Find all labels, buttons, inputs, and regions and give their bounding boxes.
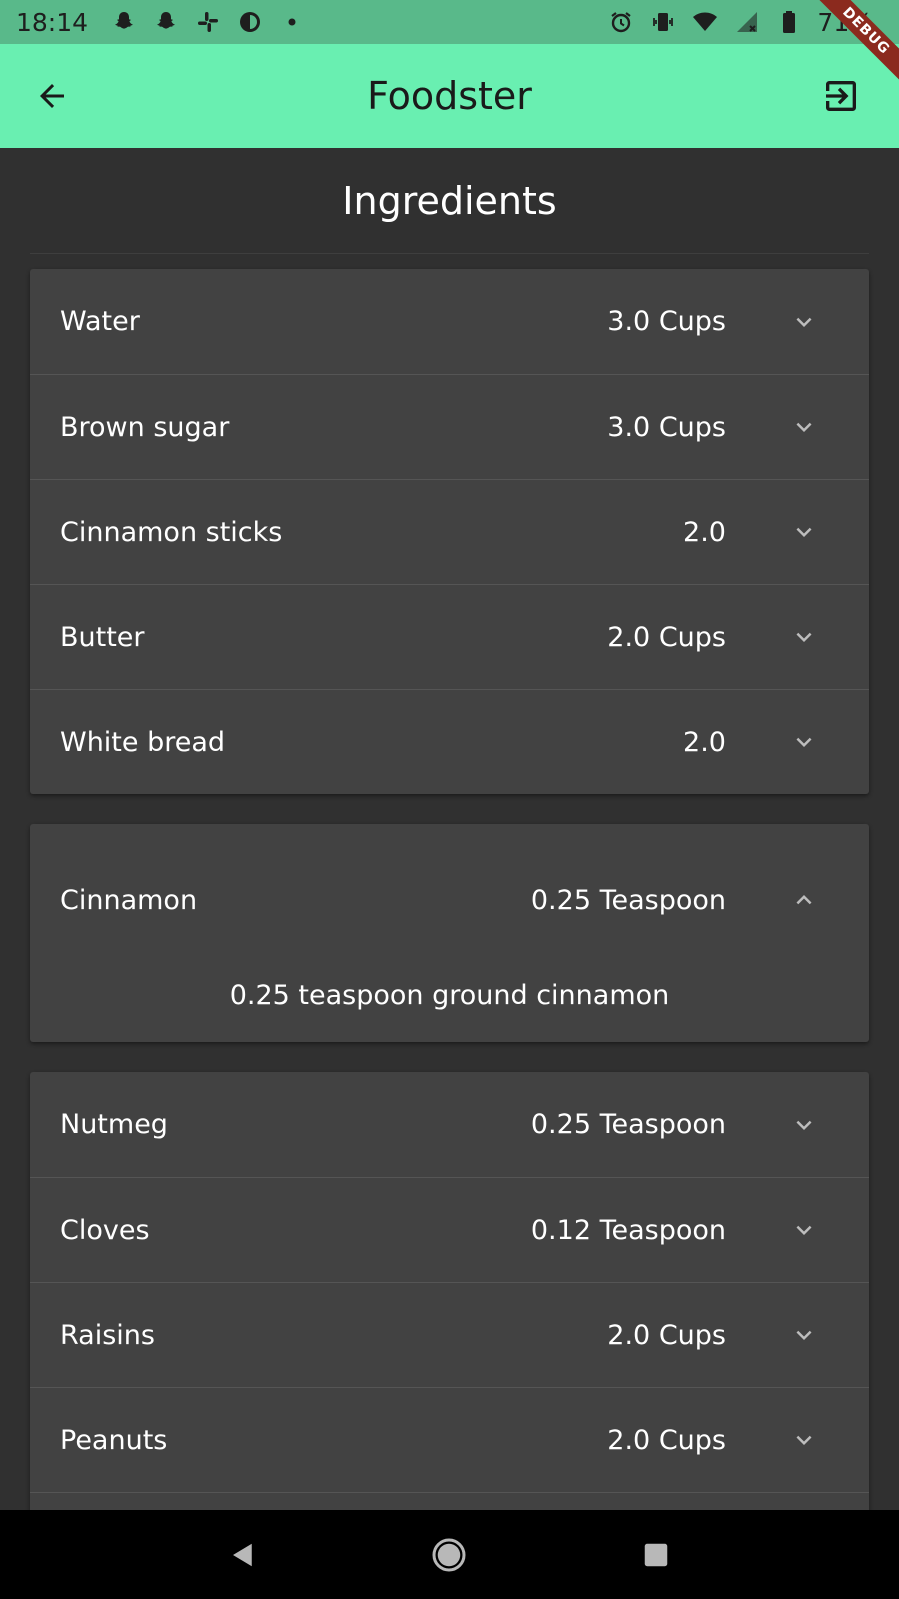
status-time: 18:14 — [16, 7, 89, 37]
chevron-down-icon[interactable] — [784, 1315, 824, 1355]
chevron-down-icon[interactable] — [784, 722, 824, 762]
chevron-down-icon[interactable] — [784, 1210, 824, 1250]
snapchat-icon — [110, 8, 138, 36]
ingredient-row-partial[interactable] — [30, 1492, 869, 1510]
signal-icon — [733, 8, 761, 36]
ingredient-amount: 0.25 Teaspoon — [530, 1109, 726, 1140]
ingredient-amount: 0.12 Teaspoon — [530, 1214, 726, 1246]
status-left: 18:14 — [16, 8, 306, 37]
chevron-down-icon[interactable] — [784, 407, 824, 447]
ingredient-row[interactable]: White bread 2.0 — [30, 689, 869, 794]
ingredient-row[interactable]: Nutmeg 0.25 Teaspoon — [30, 1072, 869, 1177]
ingredient-row[interactable]: Raisins 2.0 Cups — [30, 1282, 869, 1387]
ingredient-panel-group-expanded: Cinnamon 0.25 Teaspoon 0.25 teaspoon gro… — [30, 824, 869, 1042]
system-nav-bar — [0, 1510, 899, 1599]
vibrate-icon — [649, 8, 677, 36]
chevron-up-icon[interactable] — [784, 880, 824, 920]
ingredient-name: White bread — [60, 726, 226, 758]
ingredient-row[interactable]: Cinnamon sticks 2.0 — [30, 479, 869, 584]
wifi-icon — [691, 8, 719, 36]
chevron-down-icon[interactable] — [784, 1420, 824, 1460]
ingredient-name: Water — [60, 306, 140, 337]
chevron-down-icon[interactable] — [784, 302, 824, 342]
ingredient-amount: 2.0 Cups — [607, 1424, 726, 1456]
data-saver-icon — [236, 8, 264, 36]
ingredient-amount: 3.0 Cups — [607, 306, 726, 337]
app-title: Foodster — [367, 74, 532, 118]
content: Ingredients Water 3.0 Cups Brown sugar 3… — [0, 148, 899, 1510]
screen: 18:14 DEBUG Foodster Ingredients Water 3… — [0, 0, 899, 1599]
logout-button[interactable] — [819, 74, 863, 118]
chevron-down-icon[interactable] — [784, 617, 824, 657]
ingredient-name: Cinnamon — [60, 884, 198, 916]
section-title: Ingredients — [30, 148, 869, 254]
ingredient-name: Brown sugar — [60, 411, 230, 443]
ingredient-name: Nutmeg — [60, 1109, 168, 1140]
back-triangle-icon[interactable] — [218, 1530, 268, 1580]
ingredient-amount: 3.0 Cups — [607, 411, 726, 443]
ingredient-panel-group: Water 3.0 Cups Brown sugar 3.0 Cups Cinn… — [30, 269, 869, 794]
chevron-down-icon[interactable] — [784, 512, 824, 552]
ingredient-name: Cloves — [60, 1214, 150, 1246]
arrow-back-icon — [40, 84, 64, 108]
ingredient-detail: 0.25 teaspoon ground cinnamon — [229, 980, 670, 1011]
recents-square-icon[interactable] — [631, 1530, 681, 1580]
app-bar: Foodster — [0, 44, 899, 148]
ingredient-row-expanded[interactable]: Cinnamon 0.25 Teaspoon — [30, 824, 869, 976]
alarm-icon — [607, 8, 635, 36]
chevron-down-icon[interactable] — [784, 1105, 824, 1145]
ingredient-row[interactable]: Peanuts 2.0 Cups — [30, 1387, 869, 1492]
snapchat-icon — [152, 8, 180, 36]
ingredient-panel-group: Nutmeg 0.25 Teaspoon Cloves 0.12 Teaspoo… — [30, 1072, 869, 1510]
ingredient-name: Raisins — [60, 1319, 155, 1351]
back-button[interactable] — [30, 74, 74, 118]
slack-icon — [194, 8, 222, 36]
ingredient-row[interactable]: Butter 2.0 Cups — [30, 584, 869, 689]
exit-to-app-icon — [826, 81, 856, 111]
home-circle-icon[interactable] — [424, 1530, 474, 1580]
ingredient-name: Cinnamon sticks — [60, 516, 283, 548]
ingredient-row[interactable]: Water 3.0 Cups — [30, 269, 869, 374]
ingredient-amount: 2.0 — [683, 516, 726, 548]
dot-icon — [278, 8, 306, 36]
ingredient-row[interactable]: Brown sugar 3.0 Cups — [30, 374, 869, 479]
status-bar: 18:14 — [0, 0, 899, 44]
ingredient-amount: 2.0 Cups — [607, 621, 726, 653]
ingredient-amount: 0.25 Teaspoon — [530, 884, 726, 916]
battery-icon — [775, 8, 803, 36]
ingredient-amount: 2.0 Cups — [607, 1319, 726, 1351]
ingredient-amount: 2.0 — [683, 726, 726, 758]
ingredient-name: Butter — [60, 621, 145, 653]
ingredient-row[interactable]: Cloves 0.12 Teaspoon — [30, 1177, 869, 1282]
ingredient-name: Peanuts — [60, 1424, 168, 1456]
